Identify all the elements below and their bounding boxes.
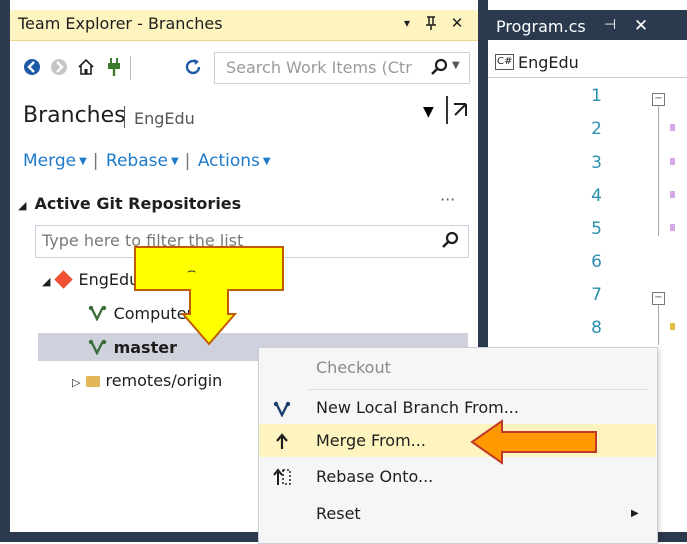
line-number: 3 (591, 153, 602, 173)
branch-icon (88, 338, 114, 357)
line-number: 1 (591, 86, 602, 106)
collapse-triangle-icon[interactable]: ◢ (18, 199, 26, 212)
code-fragment (670, 323, 675, 330)
csharp-file-icon: C# (495, 54, 515, 70)
line-number: 5 (591, 219, 602, 239)
expand-triangle-icon[interactable]: ▷ (72, 376, 80, 389)
collapse-region-icon[interactable]: − (652, 93, 665, 106)
yellow-arrow-annotation (134, 246, 284, 346)
collapse-triangle-icon[interactable]: ◢ (42, 275, 50, 288)
close-icon[interactable]: ✕ (446, 12, 468, 34)
editor-tab-label[interactable]: Program.cs (496, 17, 586, 36)
search-options-dropdown-icon[interactable]: ▼ (452, 60, 460, 71)
page-title: Branches (23, 103, 126, 128)
branch-icon (88, 304, 114, 323)
forward-icon[interactable] (48, 56, 70, 78)
code-fragment (670, 224, 675, 231)
line-number: 7 (591, 285, 602, 305)
rebase-icon (271, 466, 293, 488)
menu-item-rebase-onto[interactable]: Rebase Onto... (316, 467, 433, 486)
outline-line (658, 106, 659, 236)
back-icon[interactable] (21, 56, 43, 78)
repo-label: EngEdu (78, 270, 140, 289)
outline-line (658, 305, 659, 345)
search-icon[interactable] (438, 228, 462, 252)
refresh-icon[interactable] (182, 56, 204, 78)
chevron-down-icon[interactable]: ▼ (263, 156, 271, 167)
line-number: 4 (591, 186, 602, 206)
title-separator (124, 106, 125, 128)
section-title: Active Git Repositories (34, 194, 242, 213)
nav-separator: | (92, 151, 99, 171)
collapse-region-icon[interactable]: − (652, 292, 665, 305)
search-placeholder: Search Work Items (Ctr (226, 58, 412, 77)
menu-item-merge-from[interactable]: Merge From... (316, 431, 426, 450)
pin-icon[interactable] (420, 12, 442, 34)
branch-actions-nav: Merge ▼ | Rebase ▼ | Actions ▼ (23, 151, 275, 171)
git-logo-icon (54, 270, 74, 289)
undock-icon[interactable] (446, 96, 472, 124)
chevron-down-icon[interactable]: ▾ (396, 12, 418, 34)
menu-separator (308, 389, 648, 390)
remotes-tree-item[interactable]: ▷ remotes/origin (72, 371, 222, 390)
line-number: 8 (591, 318, 602, 338)
actions-link[interactable]: Actions (198, 151, 260, 171)
repo-tree-item[interactable]: ◢ EngEdu (42, 270, 139, 289)
team-explorer-title: Team Explorer - Branches (18, 14, 223, 33)
search-icon[interactable] (426, 55, 452, 79)
nav-separator: | (184, 151, 191, 171)
code-fragment (670, 191, 675, 198)
submenu-arrow-icon: ▶ (631, 508, 639, 519)
line-number: 6 (591, 252, 602, 272)
merge-icon (271, 430, 293, 452)
home-icon[interactable] (75, 56, 97, 78)
project-dropdown-label[interactable]: EngEdu (518, 53, 579, 72)
branch-icon (271, 398, 293, 420)
folder-icon (86, 376, 101, 387)
connect-icon[interactable] (103, 56, 125, 78)
chevron-down-icon[interactable]: ▼ (79, 156, 87, 167)
active-repos-header[interactable]: ◢ Active Git Repositories (18, 194, 241, 213)
rebase-link[interactable]: Rebase (106, 151, 168, 171)
menu-item-reset[interactable]: Reset (316, 504, 361, 523)
more-options-icon[interactable]: ··· (440, 190, 455, 209)
remotes-label: remotes/origin (105, 371, 223, 390)
menu-item-checkout[interactable]: Checkout (316, 358, 391, 377)
merge-link[interactable]: Merge (23, 151, 76, 171)
code-fragment (670, 124, 675, 131)
close-icon[interactable]: ✕ (630, 15, 652, 37)
orange-arrow-annotation (470, 419, 597, 465)
chevron-down-icon[interactable]: ▼ (171, 156, 179, 167)
code-fragment (670, 158, 675, 165)
yellow-arrow-mark: ⌢ (187, 263, 197, 279)
line-number: 2 (591, 119, 602, 139)
menu-item-new-local-branch[interactable]: New Local Branch From... (316, 398, 519, 417)
pin-icon[interactable]: ⊣ (604, 17, 616, 33)
toolbar-separator (130, 56, 131, 80)
repo-name-label: EngEdu (134, 109, 195, 128)
window-frame-left (0, 0, 10, 542)
page-dropdown-icon[interactable]: ▼ (423, 104, 434, 120)
